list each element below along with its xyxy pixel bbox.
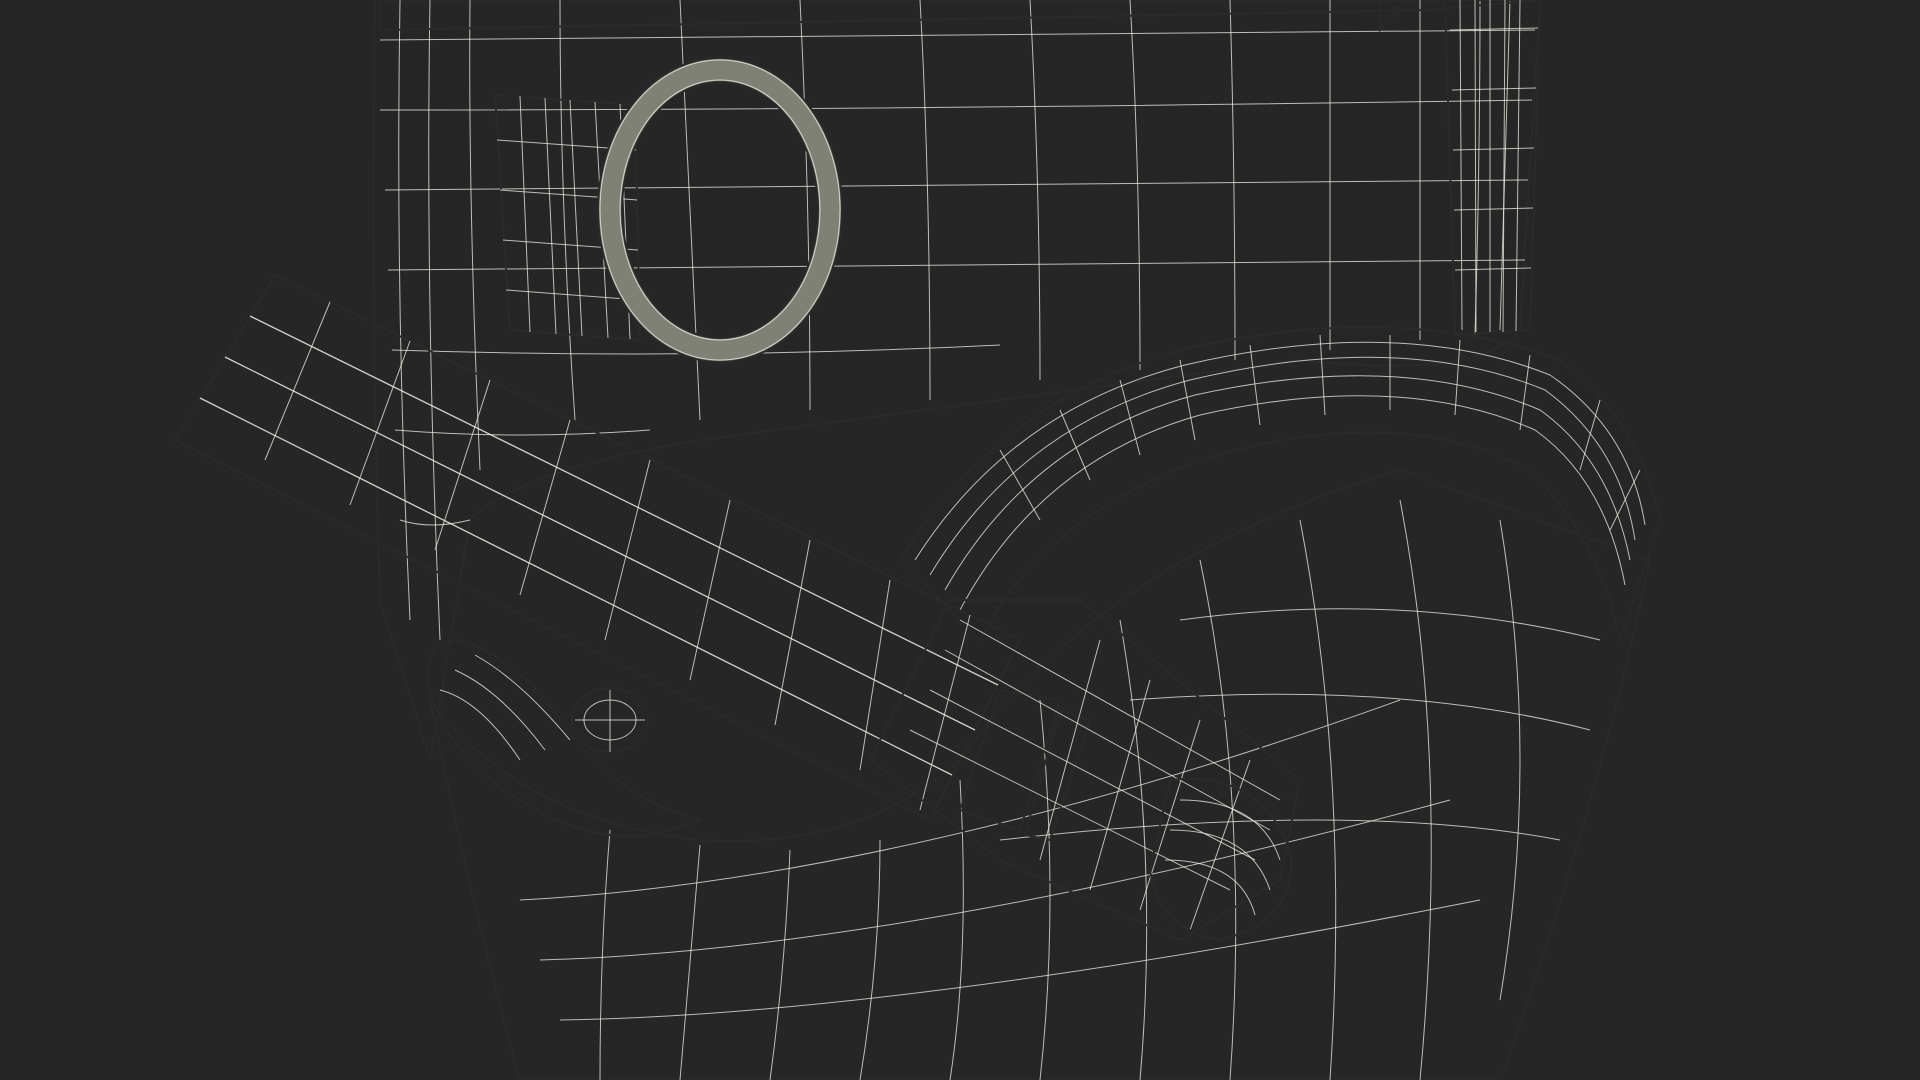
back-panel [372, 0, 1542, 761]
strap [173, 273, 1022, 822]
wireframe-render [173, 0, 1662, 1080]
d-ring [597, 57, 843, 363]
pocket-rim [427, 326, 1662, 837]
back-panel-rim [1443, 0, 1542, 337]
snap-button [571, 687, 649, 753]
